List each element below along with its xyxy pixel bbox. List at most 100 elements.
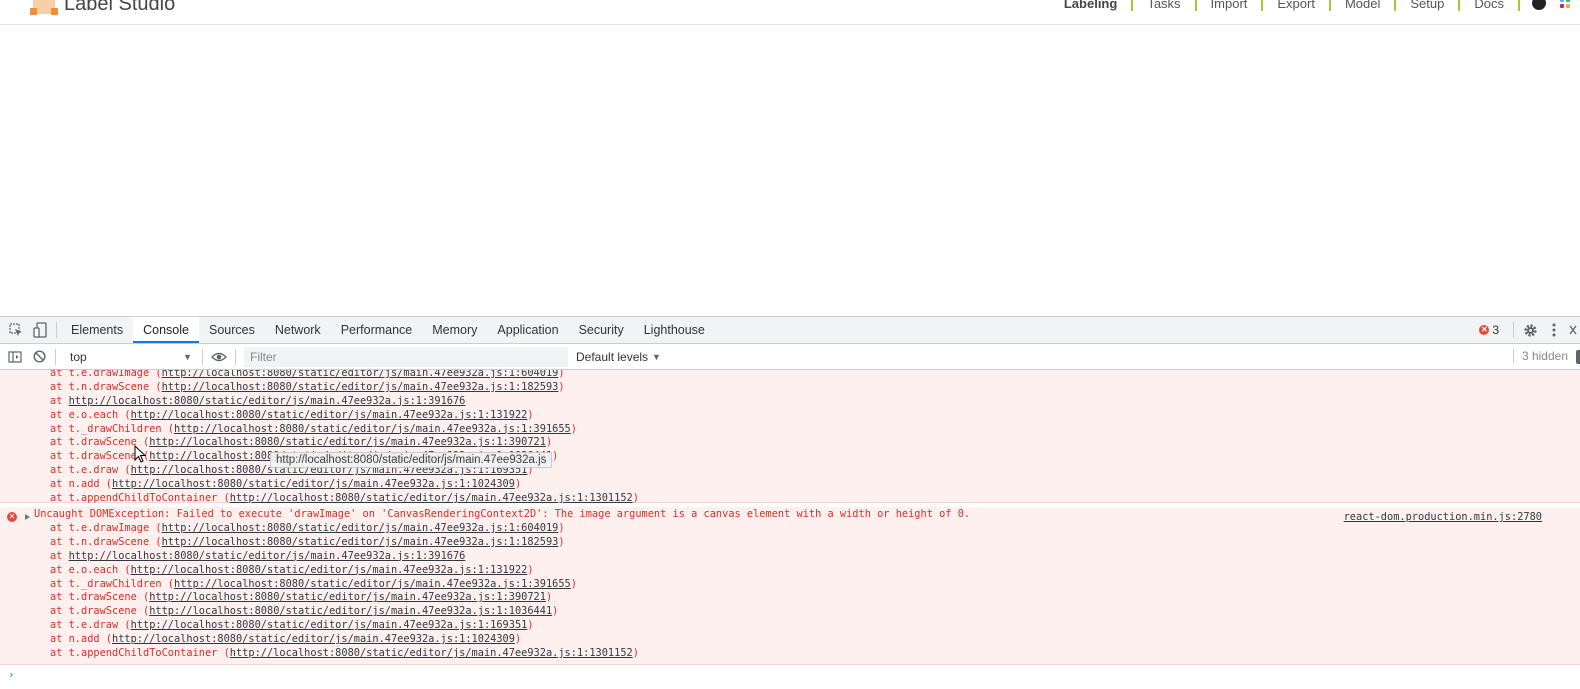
stack-frame-link[interactable]: http://localhost:8080/static/editor/js/m… (131, 564, 528, 576)
tab-security[interactable]: Security (569, 317, 634, 343)
nav-export[interactable]: Export (1263, 0, 1331, 11)
stack-frame: at t.drawScene (http://localhost:8080/st… (0, 450, 1580, 464)
nav-setup[interactable]: Setup (1396, 0, 1461, 11)
nav-labeling[interactable]: Labeling (1050, 0, 1134, 11)
stack-frame-link[interactable]: http://localhost:8080/static/editor/js/m… (149, 591, 546, 603)
error-source-link[interactable]: react-dom.production.min.js:2780 (1344, 511, 1542, 523)
console-error-trace: at t.e.drawImage (http://localhost:8080/… (0, 370, 1580, 505)
stack-frame-text: at t.drawScene ( (50, 605, 150, 618)
error-count: 3 (1492, 323, 1499, 337)
context-value: top (70, 349, 87, 364)
stack-frame-text: at e.o.each ( (50, 563, 131, 576)
tab-console[interactable]: Console (133, 317, 199, 343)
app-header: Label Studio Labeling Tasks Import Expor… (0, 0, 1580, 25)
close-devtools-icon[interactable] (1566, 318, 1580, 342)
stack-frame-text: at t._drawChildren ( (50, 577, 174, 590)
log-levels-dropdown[interactable]: Default levels ▼ (576, 350, 661, 364)
tab-elements[interactable]: Elements (61, 317, 133, 343)
expand-caret-icon[interactable] (25, 514, 30, 520)
console-prompt[interactable]: › (0, 665, 1580, 686)
stack-frame-text: ) (514, 478, 522, 491)
stack-frame-link[interactable]: http://localhost:8080/static/editor/js/m… (112, 478, 515, 490)
stack-frame: at t._drawChildren (http://localhost:808… (0, 423, 1580, 437)
stack-frame-text: at t.drawScene ( (50, 591, 150, 604)
stack-frame-link[interactable]: http://localhost:8080/static/editor/js/m… (230, 492, 633, 504)
stack-frame-text: ) (545, 436, 553, 449)
stack-frame-link[interactable]: http://localhost:8080/static/editor/js/m… (131, 619, 528, 631)
stack-frame-text: at t._drawChildren ( (50, 422, 174, 435)
stack-trace: at t.e.drawImage (http://localhost:8080/… (0, 522, 1580, 661)
stack-frame-link[interactable]: http://localhost:8080/static/editor/js/m… (230, 647, 633, 659)
context-select[interactable]: top ▼ (64, 347, 198, 367)
tab-sources[interactable]: Sources (199, 317, 265, 343)
tab-performance[interactable]: Performance (331, 317, 423, 343)
nav-model[interactable]: Model (1331, 0, 1397, 11)
devtools-panel: Elements Console Sources Network Perform… (0, 316, 1580, 689)
stack-frame-text: ) (558, 535, 565, 548)
inspect-element-icon[interactable] (4, 318, 28, 342)
stack-frame: at t.n.drawScene (http://localhost:8080/… (0, 381, 1580, 395)
gear-icon[interactable] (1518, 318, 1542, 342)
error-count-badge[interactable]: ✕ 3 (1479, 323, 1499, 337)
stack-frame-text: ) (552, 605, 559, 618)
divider (1513, 322, 1514, 338)
stack-frame-text: ) (632, 647, 639, 660)
nav-import[interactable]: Import (1197, 0, 1264, 11)
stack-frame-text: at t.appendChildToContainer ( (50, 647, 230, 660)
stack-frame-link[interactable]: http://localhost:8080/static/editor/js/m… (174, 578, 571, 590)
stack-frame-link[interactable]: http://localhost:8080/static/editor/js/m… (162, 522, 559, 534)
stack-frame-link[interactable]: http://localhost:8080/static/editor/js/m… (131, 409, 528, 421)
tab-application[interactable]: Application (487, 317, 568, 343)
stack-frame-link[interactable]: http://localhost:8080/static/editor/js/m… (149, 436, 546, 448)
slack-icon[interactable] (1558, 0, 1572, 10)
top-nav: Labeling Tasks Import Export Model Setup… (1050, 0, 1580, 12)
more-options-icon[interactable] (1542, 318, 1566, 342)
eye-icon[interactable] (207, 345, 231, 369)
stack-frame-link[interactable]: http://localhost:8080/static/editor/js/m… (112, 633, 515, 645)
stack-frame-link[interactable]: http://localhost:8080/static/editor/js/m… (69, 395, 466, 407)
stack-frame-link[interactable]: http://localhost:8080/static/editor/js/m… (162, 370, 559, 379)
stack-frame-text: ) (545, 591, 553, 604)
stack-frame-link[interactable]: http://localhost:8080/static/editor/js/m… (162, 536, 559, 548)
stack-frame: at http://localhost:8080/static/editor/j… (0, 395, 1580, 409)
label-studio-logo-icon (30, 0, 58, 16)
stack-frame-link[interactable]: http://localhost:8080/static/editor/js/m… (174, 423, 571, 435)
tab-lighthouse[interactable]: Lighthouse (634, 317, 715, 343)
clear-console-icon[interactable] (27, 345, 51, 369)
nav-tasks[interactable]: Tasks (1133, 0, 1197, 11)
github-icon[interactable] (1532, 0, 1546, 10)
device-toolbar-icon[interactable] (28, 318, 52, 342)
stack-frame-text: ) (552, 450, 559, 463)
tab-memory[interactable]: Memory (422, 317, 487, 343)
tab-network[interactable]: Network (265, 317, 331, 343)
stack-frame-text: at t.appendChildToContainer ( (50, 492, 230, 505)
stack-frame: at e.o.each (http://localhost:8080/stati… (0, 564, 1580, 578)
stack-frame: at t.e.draw (http://localhost:8080/stati… (0, 464, 1580, 478)
hidden-messages-count[interactable]: 3 hidden (1512, 349, 1568, 363)
logo[interactable]: Label Studio (30, 0, 175, 16)
stack-frame-text: at t.e.draw ( (50, 464, 131, 477)
divider (56, 322, 57, 338)
stack-frame-link[interactable]: http://localhost:8080/static/editor/js/m… (162, 381, 559, 393)
mouse-cursor-icon (134, 445, 146, 463)
logo-text: Label Studio (64, 0, 176, 15)
stack-frame: at n.add (http://localhost:8080/static/e… (0, 633, 1580, 647)
console-error-message: ✕ Uncaught DOMException: Failed to execu… (0, 507, 1580, 665)
stack-frame-link[interactable]: http://localhost:8080/static/editor/js/m… (149, 605, 552, 617)
stack-frame-text: at t.n.drawScene ( (50, 380, 162, 393)
prompt-chevron-icon: › (8, 668, 15, 681)
stack-frame-text: at n.add ( (50, 633, 112, 646)
error-icon: ✕ (1479, 325, 1490, 335)
console-settings-icon[interactable] (1576, 350, 1580, 364)
stack-frame-link[interactable]: http://localhost:8080/static/editor/js/m… (69, 550, 466, 562)
filter-input[interactable] (244, 346, 568, 367)
stack-frame: at t.drawScene (http://localhost:8080/st… (0, 605, 1580, 619)
console-toolbar: top ▼ Default levels ▼ 3 hidden (0, 344, 1580, 370)
stack-frame: at http://localhost:8080/static/editor/j… (0, 550, 1580, 564)
show-sidebar-icon[interactable] (3, 345, 27, 369)
divider (202, 348, 203, 365)
devtools-right-controls: ✕ 3 (1479, 317, 1580, 343)
stack-frame: at t.e.draw (http://localhost:8080/stati… (0, 619, 1580, 633)
nav-docs[interactable]: Docs (1460, 0, 1520, 11)
stack-frame-text: at n.add ( (50, 478, 112, 491)
